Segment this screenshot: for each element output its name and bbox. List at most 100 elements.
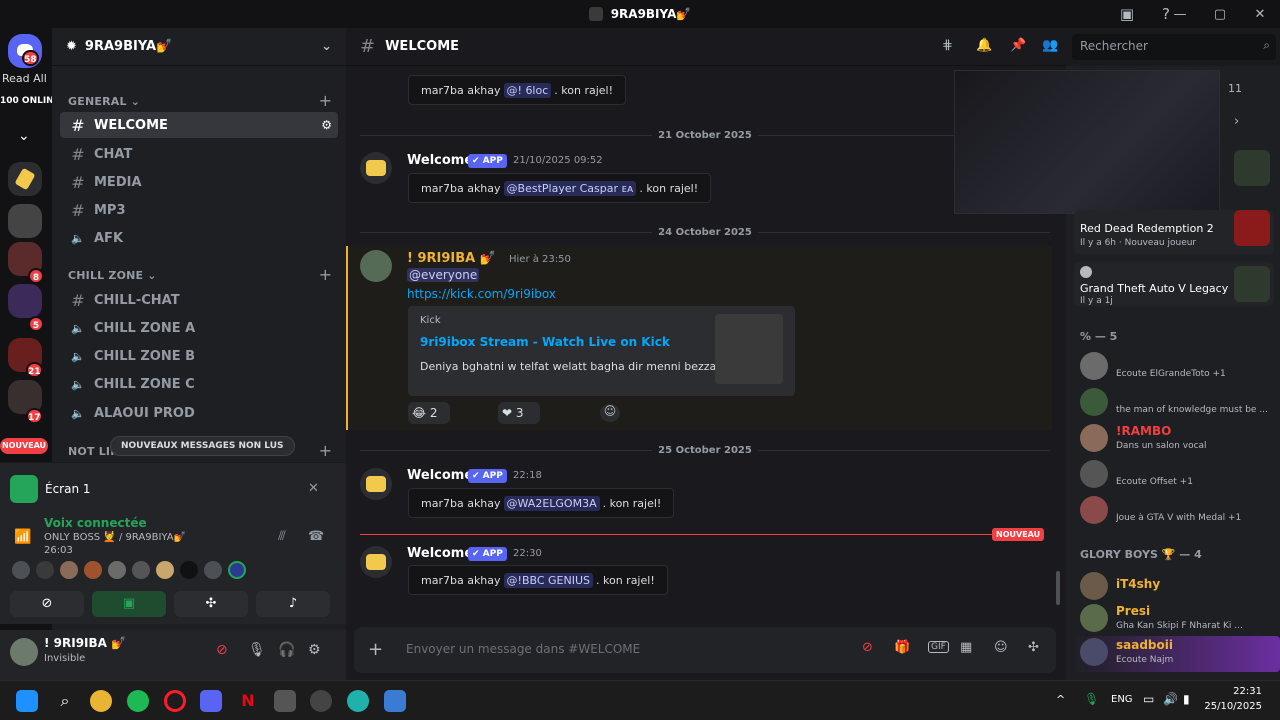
members-icon[interactable]: 👥 — [1042, 38, 1058, 53]
add-channel-icon[interactable]: + — [319, 265, 332, 284]
category-chill-zone[interactable]: CHILL ZONE ⌄ — [68, 269, 157, 282]
embed-thumbnail[interactable] — [715, 314, 783, 384]
activity-card[interactable]: Red Dead Redemption 2 Il y a 6h · Nouvea… — [1074, 210, 1274, 254]
message-input[interactable]: Envoyer un message dans #WELCOME — [406, 642, 640, 656]
collapse-chevron-icon[interactable]: ⌄ — [18, 128, 30, 144]
add-reaction-icon[interactable]: ☺ — [600, 404, 620, 422]
channel-alaoui-prod[interactable]: 🔈 ALAOUI PROD — [60, 400, 338, 426]
welcomer-avatar[interactable] — [360, 468, 392, 500]
participant-avatar[interactable] — [204, 561, 222, 579]
user-mention[interactable]: @WA2ELGOM3A — [503, 495, 600, 511]
screen-share-button[interactable]: ▣ — [92, 591, 166, 617]
disconnect-icon[interactable]: ☎ — [308, 529, 324, 544]
avatar[interactable] — [10, 638, 38, 666]
opera-icon[interactable] — [164, 690, 186, 712]
tray-chevron-icon[interactable]: ^ — [1056, 693, 1065, 706]
server-header[interactable]: ✹ 9RA9BIYA💅 ⌄ — [52, 28, 346, 66]
close-button[interactable]: ✕ — [1240, 7, 1280, 22]
participant-avatar[interactable] — [36, 561, 54, 579]
settings-icon[interactable]: ⚙ — [321, 118, 332, 132]
everyone-mention[interactable]: @everyone — [407, 268, 480, 282]
channel-mp3[interactable]: # MP3 — [60, 197, 338, 223]
mute-icon[interactable]: ⊘ — [862, 640, 873, 655]
search-icon[interactable]: ⌕ — [54, 690, 76, 712]
gif-icon[interactable]: GIF — [928, 641, 949, 653]
new-messages-pill[interactable]: NOUVEAUX MESSAGES NON LUS — [110, 436, 295, 456]
add-channel-icon[interactable]: + — [319, 91, 332, 110]
participant-avatar[interactable] — [156, 561, 174, 579]
author-avatar[interactable] — [360, 250, 392, 282]
server-icon-1[interactable] — [8, 162, 42, 196]
embed-title[interactable]: 9ri9ibox Stream - Watch Live on Kick — [420, 335, 670, 349]
reaction-laugh[interactable]: 😂 2 — [408, 402, 450, 424]
activity-card[interactable]: Grand Theft Auto V Legacy Il y a 1j — [1074, 262, 1274, 306]
close-stream-icon[interactable]: ✕ — [308, 481, 319, 496]
app-icon[interactable] — [347, 690, 369, 712]
user-mention[interactable]: @BestPlayer Caspar ᴇᴀ — [503, 180, 637, 196]
channel-media[interactable]: # MEDIA — [60, 169, 338, 195]
language-indicator[interactable]: ENG — [1111, 694, 1133, 705]
noise-suppression-icon[interactable]: ⫻ — [278, 529, 286, 544]
member-row[interactable]: saadboii Écoute Najm — [1072, 636, 1280, 672]
battery-icon[interactable]: ▮ — [1183, 692, 1190, 706]
start-icon[interactable] — [16, 690, 38, 712]
member-row[interactable]: Écoute ElGrandeToto +1 — [1072, 350, 1280, 386]
nouveau-badge[interactable]: NOUVEAU — [0, 438, 48, 454]
participant-avatar[interactable] — [132, 561, 150, 579]
sticker-icon[interactable]: ▦ — [960, 640, 972, 655]
mic-tray-icon[interactable]: 🎙 — [1084, 692, 1099, 706]
channel-afk[interactable]: 🔈 AFK — [60, 225, 338, 251]
threads-icon[interactable]: ⋕ — [942, 38, 953, 53]
participant-avatar[interactable] — [180, 561, 198, 579]
participant-avatar[interactable] — [60, 561, 78, 579]
add-attachment-icon[interactable]: + — [368, 639, 383, 660]
netflix-icon[interactable]: N — [237, 690, 259, 712]
member-row[interactable]: Joue à GTA V with Medal +1 — [1072, 494, 1280, 530]
gift-icon[interactable]: 🎁 — [894, 640, 910, 655]
activities-button[interactable]: ✣ — [174, 591, 248, 617]
kick-link[interactable]: https://kick.com/9ri9ibox — [407, 287, 556, 301]
chrome-icon[interactable] — [90, 690, 112, 712]
soundboard-button[interactable]: ♪ — [256, 591, 330, 617]
participant-avatar[interactable] — [228, 561, 246, 579]
channel-welcome[interactable]: # WELCOME ⚙ — [60, 112, 338, 138]
app-icon[interactable] — [310, 690, 332, 712]
user-mention[interactable]: @!BBC GENIUS — [503, 572, 593, 588]
channel-chill-zone-a[interactable]: 🔈 CHILL ZONE A — [60, 315, 338, 341]
emoji-icon[interactable]: ☺ — [994, 640, 1008, 655]
welcomer-avatar[interactable] — [360, 546, 392, 578]
reaction-heart[interactable]: ❤ 3 — [498, 402, 540, 424]
voice-channel-name[interactable]: ONLY BOSS 💆 / 9RA9BIYA💅 — [44, 532, 186, 543]
volume-icon[interactable]: 🔊 — [1163, 692, 1178, 706]
channel-chill-chat[interactable]: # CHILL-CHAT — [60, 287, 338, 313]
network-icon[interactable]: ▭ — [1143, 692, 1154, 706]
spotify-icon[interactable] — [127, 690, 149, 712]
channel-chat[interactable]: # CHAT — [60, 141, 338, 167]
welcomer-avatar[interactable] — [360, 152, 392, 184]
chevron-right-icon[interactable]: › — [1234, 114, 1239, 129]
scrollbar-thumb[interactable] — [1056, 571, 1060, 605]
bell-icon[interactable]: 🔔 — [976, 38, 992, 53]
member-row[interactable]: Écoute Offset +1 — [1072, 458, 1280, 494]
search-input[interactable]: Rechercher ⌕ — [1072, 34, 1276, 60]
camera-off-button[interactable]: ⊘ — [10, 591, 84, 617]
member-row[interactable]: Presi Gha Kan Skipi F Nharat Ki ... — [1072, 602, 1280, 638]
category-general[interactable]: GENERAL ⌄ — [68, 95, 140, 108]
inbox-icon[interactable]: ▣ — [1118, 5, 1136, 23]
minimize-button[interactable]: — — [1160, 7, 1200, 22]
participant-avatar[interactable] — [12, 561, 30, 579]
app-icon[interactable] — [274, 690, 296, 712]
camera-off-icon[interactable]: ⊘ — [216, 642, 228, 658]
channel-chill-zone-b[interactable]: 🔈 CHILL ZONE B — [60, 343, 338, 369]
member-row[interactable]: the man of knowledge must be ... — [1072, 386, 1280, 422]
server-icon-2[interactable] — [8, 204, 42, 238]
add-channel-icon[interactable]: + — [319, 441, 332, 460]
participant-avatar[interactable] — [84, 561, 102, 579]
apps-icon[interactable]: ✣ — [1028, 640, 1039, 655]
pin-icon[interactable]: 📌 — [1010, 38, 1026, 53]
maximize-button[interactable]: ▢ — [1200, 7, 1240, 22]
message-author[interactable]: ! 9RI9IBA 💅 — [407, 251, 496, 266]
server-icon-4[interactable] — [8, 284, 42, 318]
clock-time[interactable]: 22:31 — [1212, 686, 1262, 697]
user-mention[interactable]: @! 6loc — [503, 82, 552, 98]
